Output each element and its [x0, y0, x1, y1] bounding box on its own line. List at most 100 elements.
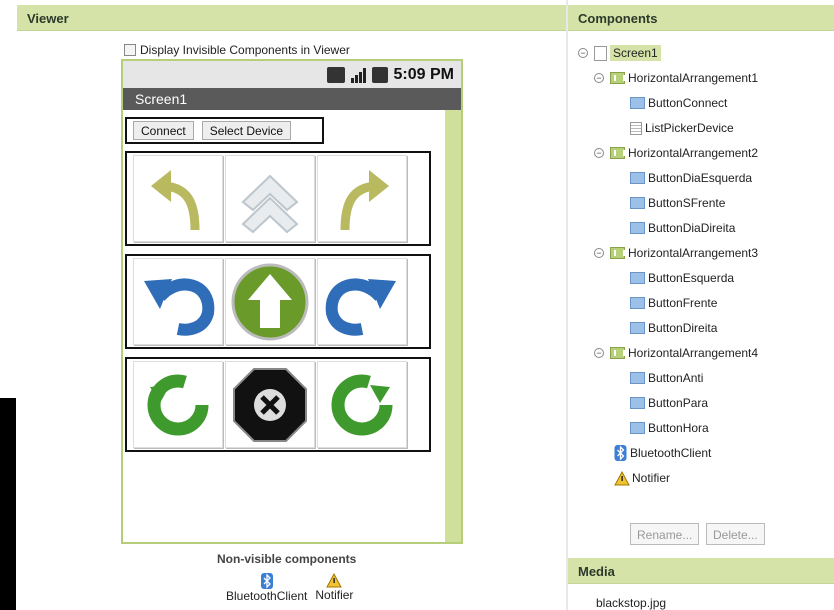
tree-item-buttonanti[interactable]: ButtonAnti: [630, 369, 703, 387]
tree-label: HorizontalArrangement4: [628, 346, 759, 360]
nonvisible-bluetooth[interactable]: BluetoothClient: [226, 573, 307, 603]
stop-icon: [233, 367, 307, 442]
tree-label: ButtonDireita: [648, 321, 718, 335]
button-icon: [630, 97, 645, 109]
gtalk-icon: [326, 66, 345, 83]
button-s-frente[interactable]: [225, 155, 315, 242]
collapse-toggle-icon[interactable]: −: [594, 148, 604, 158]
tree-item-buttonsfrente[interactable]: ButtonSFrente: [630, 194, 725, 212]
tree-label: ButtonDiaDireita: [648, 221, 736, 235]
button-direita[interactable]: [317, 258, 407, 345]
collapse-toggle-icon[interactable]: −: [594, 348, 604, 358]
double-chevron-up-icon: [241, 174, 299, 233]
nonvisible-title: Non-visible components: [217, 552, 357, 566]
tree-item-buttonesquerda[interactable]: ButtonEsquerda: [630, 269, 734, 287]
warning-icon: [614, 470, 630, 485]
status-bar: 5:09 PM: [123, 61, 461, 88]
tree-item-bluetoothclient[interactable]: BluetoothClient: [614, 444, 711, 462]
button-icon: [630, 172, 645, 184]
tree-label: HorizontalArrangement3: [628, 246, 759, 260]
tree-label: ButtonPara: [648, 396, 709, 410]
rename-button[interactable]: Rename...: [630, 523, 700, 545]
collapse-toggle-icon[interactable]: −: [594, 73, 604, 83]
nonvisible-bluetooth-label: BluetoothClient: [226, 589, 308, 603]
button-para[interactable]: [225, 361, 315, 448]
select-device-button[interactable]: Select Device: [201, 121, 292, 140]
redo-arrow-icon: [325, 278, 396, 336]
viewer-header: Viewer: [17, 5, 566, 31]
tree-item-listpickerdevice[interactable]: ListPickerDevice: [630, 119, 734, 137]
horizontal-arrangement-icon: [610, 147, 625, 159]
tree-item-horizontalarrangement3[interactable]: − HorizontalArrangement3: [594, 244, 758, 262]
tree-label: ButtonFrente: [648, 296, 718, 310]
tree-item-horizontalarrangement1[interactable]: − HorizontalArrangement1: [594, 69, 758, 87]
display-invisible-row[interactable]: Display Invisible Components in Viewer: [124, 43, 350, 57]
tree-label: ButtonConnect: [648, 96, 728, 110]
bluetooth-icon: [614, 445, 627, 461]
display-invisible-checkbox[interactable]: [124, 44, 136, 56]
button-icon: [630, 197, 645, 209]
components-header: Components: [568, 5, 834, 31]
button-frente[interactable]: [225, 258, 315, 345]
up-arrow-circle-icon: [231, 263, 309, 340]
tree-item-buttondireita[interactable]: ButtonDireita: [630, 319, 717, 337]
tree-item-screen1[interactable]: − Screen1: [578, 44, 661, 62]
horizontal-arrangement-icon: [610, 347, 625, 359]
arrangement-1[interactable]: Connect Select Device: [125, 117, 324, 144]
tree-label: ButtonDiaEsquerda: [648, 171, 753, 185]
delete-button[interactable]: Delete...: [706, 523, 765, 545]
curve-right-arrow-icon: [340, 169, 389, 230]
tree-item-horizontalarrangement2[interactable]: − HorizontalArrangement2: [594, 144, 758, 162]
battery-icon: [371, 66, 388, 83]
tree-label: ButtonEsquerda: [648, 271, 735, 285]
rotate-counterclockwise-icon: [147, 374, 209, 435]
media-file-item[interactable]: blackstop.jpg: [596, 596, 666, 610]
tree-label: ButtonHora: [648, 421, 709, 435]
arrangement-4[interactable]: [125, 357, 431, 452]
button-anti[interactable]: [133, 361, 223, 448]
horizontal-arrangement-icon: [610, 247, 625, 259]
phone-preview: 5:09 PM Screen1 Connect Select Device: [121, 59, 463, 544]
collapse-toggle-icon[interactable]: −: [594, 248, 604, 258]
screen-icon: [594, 45, 607, 61]
button-dia-esquerda[interactable]: [133, 155, 223, 242]
tree-label: ListPickerDevice: [645, 121, 734, 135]
warning-icon: [326, 573, 343, 588]
button-hora[interactable]: [317, 361, 407, 448]
button-icon: [630, 322, 645, 334]
tree-label: Screen1: [610, 45, 661, 61]
bluetooth-icon: [260, 573, 273, 589]
button-dia-direita[interactable]: [317, 155, 407, 242]
media-header: Media: [568, 558, 834, 584]
list-picker-icon: [630, 121, 642, 135]
tree-item-buttondiaesquerda[interactable]: ButtonDiaEsquerda: [630, 169, 752, 187]
arrangement-3[interactable]: [125, 254, 431, 349]
undo-arrow-icon: [144, 278, 215, 336]
tree-label: Notifier: [632, 471, 671, 485]
tree-item-buttonhora[interactable]: ButtonHora: [630, 419, 709, 437]
phone-scrollbar[interactable]: [445, 110, 461, 542]
tree-item-notifier[interactable]: Notifier: [614, 469, 670, 487]
tree-item-buttonfrente[interactable]: ButtonFrente: [630, 294, 717, 312]
arrangement-2[interactable]: [125, 151, 431, 246]
collapse-toggle-icon[interactable]: −: [578, 48, 588, 58]
signal-icon: [350, 67, 366, 83]
rotate-clockwise-icon: [331, 374, 393, 435]
tree-item-buttonconnect[interactable]: ButtonConnect: [630, 94, 727, 112]
button-icon: [630, 372, 645, 384]
button-icon: [630, 422, 645, 434]
curve-left-arrow-icon: [151, 169, 200, 230]
tree-label: ButtonAnti: [648, 371, 704, 385]
tree-item-horizontalarrangement4[interactable]: − HorizontalArrangement4: [594, 344, 758, 362]
button-icon: [630, 397, 645, 409]
left-black-bar: [0, 398, 16, 610]
connect-button[interactable]: Connect: [133, 121, 194, 140]
tree-label: BluetoothClient: [630, 446, 712, 460]
tree-label: ButtonSFrente: [648, 196, 726, 210]
button-icon: [630, 222, 645, 234]
button-esquerda[interactable]: [133, 258, 223, 345]
panel-divider: [566, 0, 568, 610]
tree-item-buttondiadireita[interactable]: ButtonDiaDireita: [630, 219, 735, 237]
nonvisible-notifier[interactable]: Notifier: [315, 573, 353, 603]
tree-item-buttonpara[interactable]: ButtonPara: [630, 394, 708, 412]
